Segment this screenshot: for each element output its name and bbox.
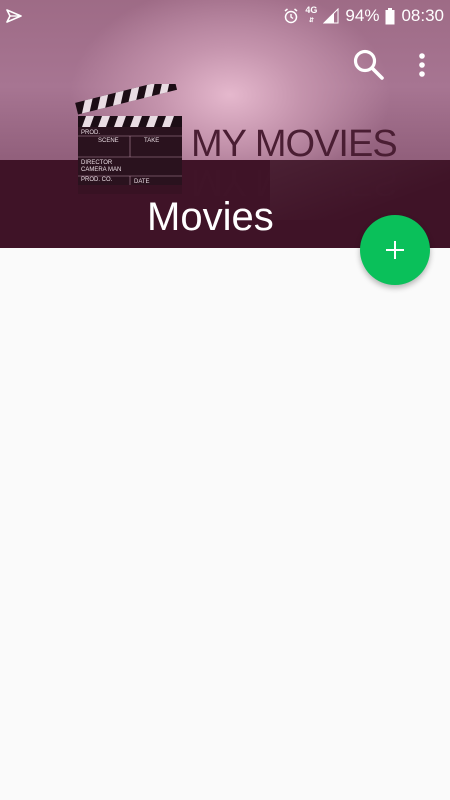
clapper-camera-label: CAMERA MAN <box>81 167 121 173</box>
banner-text: MY MOVIES <box>191 123 398 165</box>
add-movie-button[interactable] <box>360 215 430 285</box>
clapper-prod-co-label: PROD. CO. <box>81 177 113 183</box>
clapper-prod-label: PROD. <box>81 130 100 136</box>
movie-list-empty <box>0 248 450 800</box>
signal-icon <box>323 8 339 24</box>
network-type: 4G ⇵ <box>305 5 318 25</box>
clapper-director-label: DIRECTOR <box>81 160 113 166</box>
clapper-take-label: TAKE <box>144 138 159 144</box>
clapperboard-icon: PROD. SCENE TAKE DIRECTOR CAMERA MAN PRO… <box>75 84 182 194</box>
clapper-scene-label: SCENE <box>98 138 119 144</box>
clock: 08:30 <box>401 6 444 25</box>
clapper-date-label: DATE <box>134 179 150 185</box>
battery-icon <box>385 7 395 24</box>
share-icon <box>6 9 22 23</box>
alarm-icon <box>284 8 298 24</box>
more-vert-icon[interactable] <box>410 48 434 82</box>
status-bar: 4G ⇵ 94% 08:30 <box>0 0 450 32</box>
search-icon[interactable] <box>352 48 386 82</box>
status-bar-right: 4G ⇵ 94% 08:30 <box>283 6 444 26</box>
app-header: PROD. SCENE TAKE DIRECTOR CAMERA MAN PRO… <box>0 0 450 248</box>
battery-percent: 94% <box>345 6 380 25</box>
page-title: Movies <box>147 195 274 239</box>
